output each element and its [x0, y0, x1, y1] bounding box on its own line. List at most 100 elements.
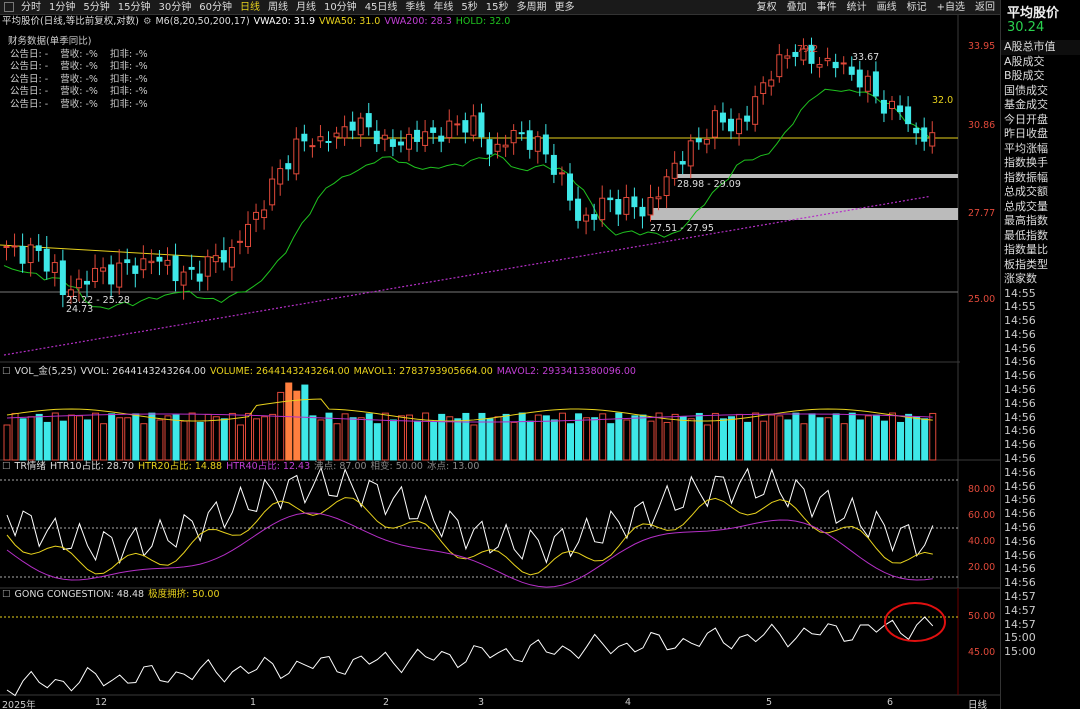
close-icon[interactable]: ☐	[2, 589, 11, 601]
volume-bar	[631, 415, 639, 461]
candle-body	[3, 245, 10, 248]
candle-body	[373, 130, 380, 145]
volume-bar	[3, 424, 11, 461]
volume-bar	[51, 412, 59, 461]
quote-field[interactable]: 指数振幅	[1001, 171, 1080, 186]
htr40-label: HTR40占比: 12.43	[226, 461, 311, 472]
volume-bar	[35, 413, 43, 461]
volume-bar	[43, 421, 51, 461]
high2-annotation: 33.67	[852, 52, 880, 63]
candle-body	[921, 127, 928, 142]
close-icon[interactable]: ☐	[2, 366, 11, 378]
ice-label: 冰点: 13.00	[426, 461, 480, 472]
candle-body	[236, 240, 243, 243]
candle-body	[285, 163, 292, 170]
candle-body	[575, 198, 582, 221]
tr-legend: ☐ TR情绪 HTR10占比: 28.70 HTR20占比: 14.88 HTR…	[2, 461, 479, 473]
htr10-line	[6, 466, 934, 565]
candle-body	[357, 117, 364, 136]
candle-body	[824, 57, 831, 62]
candle-body	[124, 259, 131, 264]
candle-body	[518, 132, 525, 135]
zone1-annotation: 28.98 - 29.09	[677, 179, 741, 190]
candle-body	[245, 223, 251, 248]
quote-field[interactable]: 板指类型	[1001, 258, 1080, 273]
volume-bar	[196, 421, 204, 461]
candle-body	[768, 79, 775, 87]
volume-bar	[655, 412, 663, 461]
candle-body	[631, 196, 638, 208]
volume-bar	[502, 413, 510, 461]
candle-body	[140, 258, 147, 271]
quote-field[interactable]: 昨日收盘	[1001, 127, 1080, 142]
quote-field[interactable]: 指数换手	[1001, 156, 1080, 171]
candle-body	[43, 248, 50, 272]
quote-field[interactable]: 平均涨幅	[1001, 142, 1080, 157]
candle-body	[422, 131, 429, 146]
volume-bar	[124, 417, 132, 461]
candle-body	[752, 96, 759, 125]
volume-bar	[832, 413, 840, 461]
volume-bar	[639, 414, 647, 461]
volume-bar	[663, 421, 671, 461]
quote-field[interactable]: 国债成交	[1001, 84, 1080, 99]
candle-body	[397, 141, 404, 146]
tick-time: 14:56	[1004, 521, 1036, 535]
x-axis-label: 2025年	[2, 700, 36, 709]
candle-body	[736, 118, 743, 135]
quote-field[interactable]: 最低指数	[1001, 229, 1080, 244]
quote-field[interactable]: A股总市值	[1001, 40, 1080, 55]
candle-body	[156, 256, 163, 262]
tick-time: 14:56	[1004, 314, 1036, 328]
candle-body	[212, 255, 219, 263]
htr10-label: HTR10占比: 28.70	[49, 461, 134, 472]
vol-name: VOL_金(5,25)	[14, 366, 77, 377]
volume-bar	[236, 424, 244, 461]
volume-bar	[848, 412, 856, 461]
candle-body	[510, 129, 517, 144]
tick-time: 14:56	[1004, 424, 1036, 438]
price-axis-label: 25.00	[968, 294, 996, 305]
quote-field[interactable]: 总成交量	[1001, 200, 1080, 215]
candle-body	[365, 113, 372, 128]
candle-body	[929, 132, 936, 147]
quote-field[interactable]: 指数量比	[1001, 243, 1080, 258]
quote-field[interactable]: 最高指数	[1001, 214, 1080, 229]
quote-field[interactable]: 涨家数	[1001, 272, 1080, 287]
candle-body	[856, 69, 863, 88]
htr20-label: HTR20占比: 14.88	[138, 461, 223, 472]
price-axis-label: 30.86	[968, 120, 996, 131]
candle-body	[277, 168, 284, 185]
candle-body	[663, 176, 670, 197]
candle-body	[599, 197, 606, 221]
candle-body	[526, 130, 533, 150]
volume-bar	[164, 415, 172, 461]
tick-time: 14:56	[1004, 410, 1036, 424]
quote-field[interactable]: 基金成交	[1001, 98, 1080, 113]
tick-time: 14:56	[1004, 452, 1036, 466]
stock-chart[interactable]	[0, 0, 1000, 709]
tick-time: 14:56	[1004, 383, 1036, 397]
quote-field[interactable]: B股成交	[1001, 69, 1080, 84]
candle-body	[623, 196, 630, 215]
volume-bar	[792, 412, 800, 461]
candle-body	[414, 129, 421, 142]
candle-body	[591, 214, 598, 220]
candle-body	[462, 120, 469, 133]
quote-field[interactable]: A股成交	[1001, 55, 1080, 70]
period-label[interactable]: 日线	[968, 697, 987, 709]
candle-body	[19, 245, 26, 264]
volume-bar	[776, 415, 784, 461]
x-axis-label: 5	[766, 697, 773, 708]
gong-axis-label: 50.00	[968, 611, 996, 622]
quote-field[interactable]: 总成交额	[1001, 185, 1080, 200]
quote-field[interactable]: 今日开盘	[1001, 113, 1080, 128]
candle-body	[897, 105, 904, 113]
volume-bar	[679, 416, 687, 461]
volume-bar	[365, 413, 373, 461]
candle-body	[116, 262, 123, 288]
candle-body	[11, 245, 18, 248]
volume-bar	[703, 424, 711, 461]
candle-body	[880, 99, 887, 114]
close-icon[interactable]: ☐	[2, 461, 11, 473]
